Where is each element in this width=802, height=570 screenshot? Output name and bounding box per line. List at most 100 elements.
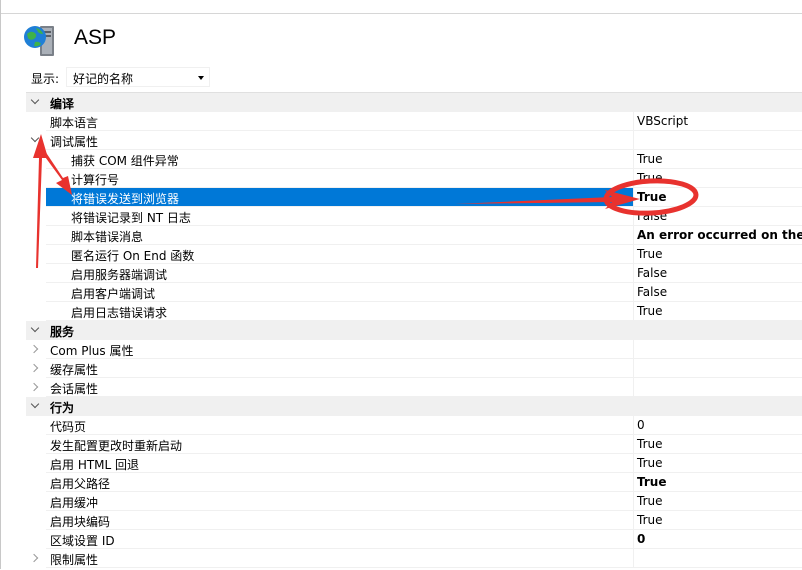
property-name-cell[interactable]: 匿名运行 On End 函数 <box>46 245 633 264</box>
property-name-cell[interactable]: 限制属性 <box>46 549 633 568</box>
property-row[interactable]: 捕获 COM 组件异常 True <box>26 150 802 169</box>
property-row[interactable]: 启用块编码 True <box>26 511 802 530</box>
group-row[interactable]: 会话属性 <box>26 378 802 397</box>
property-row[interactable]: 脚本错误消息 An error occurred on the se <box>26 226 802 245</box>
chevron-down-icon[interactable] <box>30 95 40 105</box>
property-name-cell[interactable]: 编译 <box>46 93 633 111</box>
property-name: 启用缓冲 <box>50 496 99 510</box>
property-value-cell[interactable]: 0 <box>633 530 802 549</box>
chevron-right-icon[interactable] <box>29 363 39 373</box>
row-gutter <box>26 397 46 416</box>
property-row[interactable]: 启用客户端调试 False <box>26 283 802 302</box>
property-name-cell[interactable]: 服务 <box>46 321 633 339</box>
property-name-cell[interactable]: 会话属性 <box>46 378 633 397</box>
property-name-cell[interactable]: 将错误发送到浏览器 <box>46 188 633 207</box>
group-row[interactable]: 限制属性 <box>26 549 802 568</box>
property-value-cell[interactable]: VBScript <box>633 112 802 131</box>
group-row[interactable]: 调试属性 <box>26 131 802 150</box>
property-value-cell[interactable]: An error occurred on the se <box>633 226 802 245</box>
property-name-cell[interactable]: 脚本错误消息 <box>46 226 633 245</box>
property-row[interactable]: 代码页 0 <box>26 416 802 435</box>
property-value-cell[interactable]: True <box>633 245 802 264</box>
property-row[interactable]: 发生配置更改时重新启动 True <box>26 435 802 454</box>
property-value: True <box>637 304 663 318</box>
group-row[interactable]: 缓存属性 <box>26 359 802 378</box>
property-row[interactable]: 匿名运行 On End 函数 True <box>26 245 802 264</box>
property-row[interactable]: 将错误发送到浏览器 True <box>26 188 802 207</box>
property-name-cell[interactable]: 启用 HTML 回退 <box>46 454 633 473</box>
property-row[interactable]: 区域设置 ID 0 <box>26 530 802 549</box>
property-name: 启用块编码 <box>50 515 111 529</box>
row-gutter <box>26 264 46 283</box>
property-name-cell[interactable]: 启用块编码 <box>46 511 633 530</box>
property-row[interactable]: 启用日志错误请求 True <box>26 302 802 321</box>
property-value-cell[interactable]: True <box>633 492 802 511</box>
property-value-cell[interactable]: 0 <box>633 416 802 435</box>
property-value-cell[interactable]: False <box>633 207 802 226</box>
group-row[interactable]: Com Plus 属性 <box>26 340 802 359</box>
chevron-down-icon[interactable] <box>30 323 40 333</box>
property-name: 脚本错误消息 <box>71 230 144 244</box>
property-name: 匿名运行 On End 函数 <box>71 249 195 263</box>
display-toolbar: 显示: 好记的名称 <box>26 67 802 89</box>
category-row[interactable]: 编译 <box>26 93 802 112</box>
property-value: True <box>637 171 663 185</box>
property-name: Com Plus 属性 <box>50 344 134 358</box>
chevron-down-icon[interactable] <box>30 399 40 409</box>
property-name-cell[interactable]: 启用日志错误请求 <box>46 302 633 321</box>
property-value-cell[interactable]: True <box>633 302 802 321</box>
row-gutter <box>26 283 46 302</box>
category-row[interactable]: 服务 <box>26 321 802 340</box>
display-mode-dropdown[interactable]: 好记的名称 <box>66 67 210 87</box>
property-name: 会话属性 <box>50 382 99 396</box>
property-value-cell[interactable]: False <box>633 264 802 283</box>
property-value-cell[interactable] <box>633 378 802 397</box>
property-name-cell[interactable]: 脚本语言 <box>46 112 633 131</box>
property-name-cell[interactable]: 发生配置更改时重新启动 <box>46 435 633 454</box>
property-value-cell[interactable] <box>633 359 802 378</box>
row-gutter <box>26 530 46 549</box>
property-name-cell[interactable]: 缓存属性 <box>46 359 633 378</box>
property-name-cell[interactable]: 捕获 COM 组件异常 <box>46 150 633 169</box>
property-name-cell[interactable]: Com Plus 属性 <box>46 340 633 359</box>
property-row[interactable]: 启用服务器端调试 False <box>26 264 802 283</box>
property-value-cell[interactable] <box>633 549 802 568</box>
property-name-cell[interactable]: 启用客户端调试 <box>46 283 633 302</box>
property-name-cell[interactable]: 调试属性 <box>46 131 633 150</box>
chevron-right-icon[interactable] <box>29 344 39 354</box>
category-row[interactable]: 行为 <box>26 397 802 416</box>
property-value-cell[interactable]: True <box>633 150 802 169</box>
property-value-cell[interactable]: True <box>633 188 802 207</box>
property-value-cell[interactable]: False <box>633 283 802 302</box>
property-row[interactable]: 计算行号 True <box>26 169 802 188</box>
property-name-cell[interactable]: 代码页 <box>46 416 633 435</box>
property-name-cell[interactable]: 启用服务器端调试 <box>46 264 633 283</box>
property-value-cell[interactable]: True <box>633 511 802 530</box>
property-value: True <box>637 456 663 470</box>
property-name-cell[interactable]: 启用缓冲 <box>46 492 633 511</box>
property-value-cell[interactable]: True <box>633 435 802 454</box>
chevron-right-icon[interactable] <box>29 382 39 392</box>
property-value: False <box>637 266 668 280</box>
property-value-cell[interactable]: True <box>633 454 802 473</box>
property-name: 编译 <box>50 97 75 111</box>
property-row[interactable]: 脚本语言 VBScript <box>26 112 802 131</box>
property-row[interactable]: 启用缓冲 True <box>26 492 802 511</box>
asp-globe-server-icon <box>24 26 54 56</box>
property-value-cell[interactable] <box>633 131 802 150</box>
property-name: 限制属性 <box>50 553 99 567</box>
property-name-cell[interactable]: 启用父路径 <box>46 473 633 492</box>
chevron-right-icon[interactable] <box>29 553 39 563</box>
property-row[interactable]: 启用父路径 True <box>26 473 802 492</box>
property-name-cell[interactable]: 计算行号 <box>46 169 633 188</box>
property-value-cell[interactable]: True <box>633 169 802 188</box>
property-name-cell[interactable]: 区域设置 ID <box>46 530 633 549</box>
property-name: 启用服务器端调试 <box>71 268 168 282</box>
property-value-cell[interactable]: True <box>633 473 802 492</box>
property-row[interactable]: 将错误记录到 NT 日志 False <box>26 207 802 226</box>
chevron-down-icon[interactable] <box>30 133 40 143</box>
property-value-cell[interactable] <box>633 340 802 359</box>
property-row[interactable]: 启用 HTML 回退 True <box>26 454 802 473</box>
property-name-cell[interactable]: 行为 <box>46 397 633 415</box>
property-name-cell[interactable]: 将错误记录到 NT 日志 <box>46 207 633 226</box>
